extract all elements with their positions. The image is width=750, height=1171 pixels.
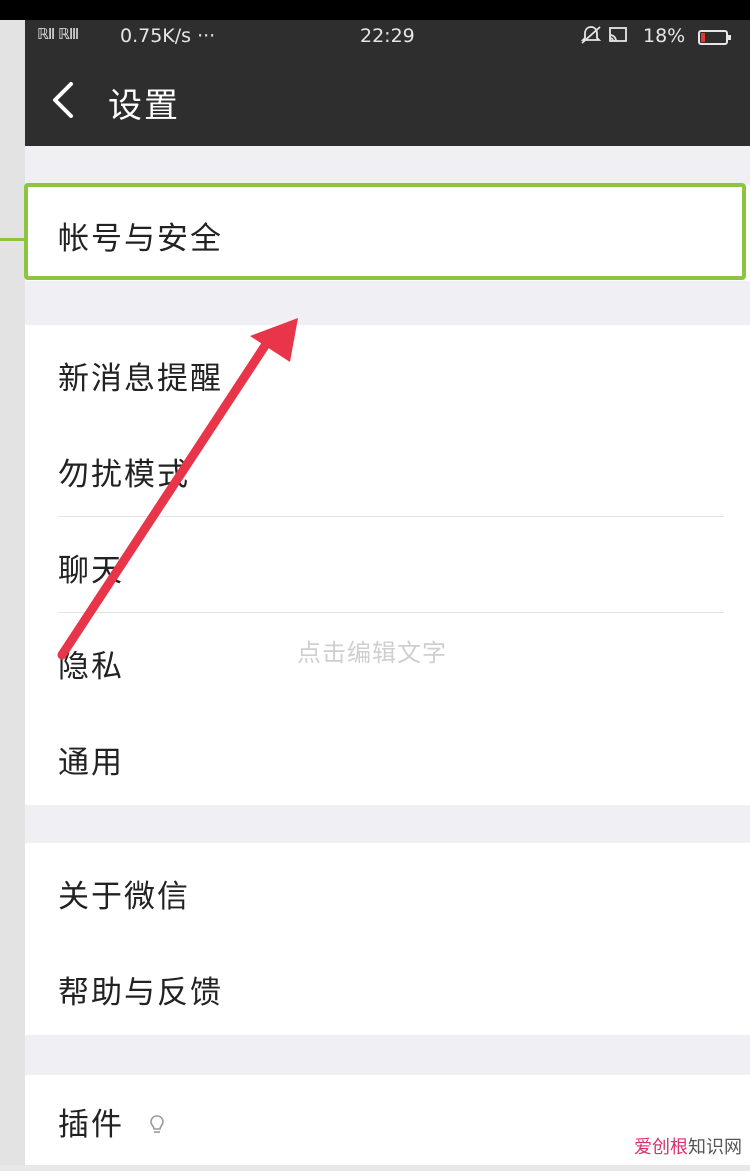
site-watermark: 爱创根知识网: [634, 1133, 742, 1159]
red-arrow-annotation: [57, 318, 298, 660]
watermark-suffix: 知识网: [688, 1137, 742, 1158]
arrow-shaft: [57, 330, 277, 660]
watermark-brand: 爱创根: [634, 1137, 688, 1158]
